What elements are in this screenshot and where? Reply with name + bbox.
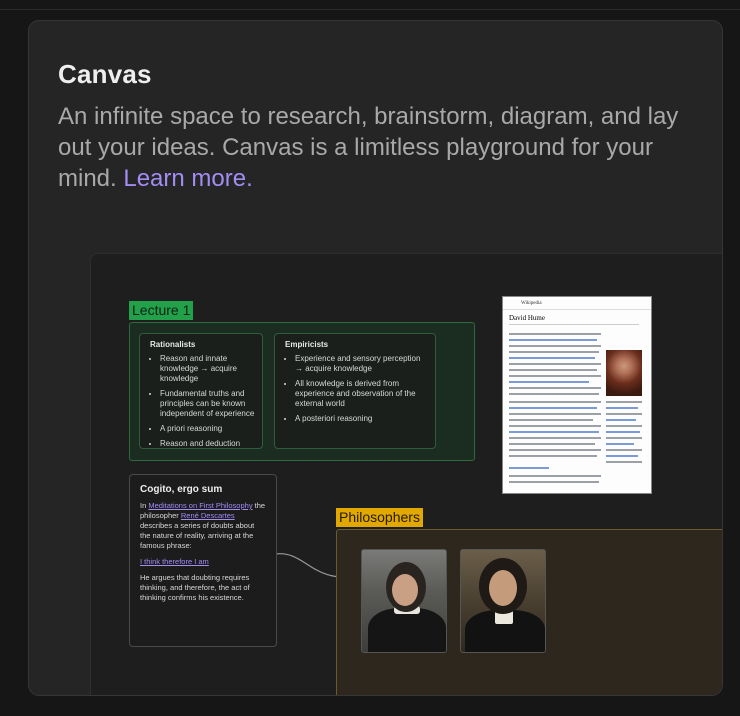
meditations-link[interactable]: Meditations on First Philosophy xyxy=(148,501,252,510)
lecture-group-label[interactable]: Lecture 1 xyxy=(129,301,194,320)
note-paragraph: He argues that doubting requires thinkin… xyxy=(140,573,250,602)
text-fragment: In xyxy=(140,501,147,510)
list-item: A priori reasoning xyxy=(160,424,262,434)
list-item: Fundamental truths and principles can be… xyxy=(160,389,262,419)
quote-link[interactable]: I think therefore I am xyxy=(140,557,209,566)
rationalists-note[interactable]: Rationalists Reason and innate knowledge… xyxy=(139,333,263,449)
canvas-preview: Lecture 1 Rationalists Reason and innate… xyxy=(90,253,722,695)
note-title: Cogito, ergo sum xyxy=(140,484,223,495)
philosophers-group[interactable] xyxy=(336,529,722,695)
note-paragraph: In Meditations on First Philosophy the p… xyxy=(140,501,266,551)
list-item: Experience and sensory perception → acqu… xyxy=(295,354,435,374)
list-item: Reason and deduction xyxy=(160,439,262,448)
list-item: A posteriori reasoning xyxy=(295,414,435,424)
wiki-site-name: Wikipedia xyxy=(503,297,651,310)
card-title: Canvas xyxy=(58,59,152,89)
philosophers-group-label[interactable]: Philosophers xyxy=(336,508,423,527)
note-heading: Rationalists xyxy=(150,340,196,349)
text-fragment: describes a series of doubts about the n… xyxy=(140,521,255,550)
canvas-feature-card: Canvas An infinite space to research, br… xyxy=(28,20,723,696)
hume-portrait-image xyxy=(606,350,642,396)
empiricists-note[interactable]: Empiricists Experience and sensory perce… xyxy=(274,333,436,449)
lecture-group[interactable]: Rationalists Reason and innate knowledge… xyxy=(129,322,475,461)
wiki-article-title: David Hume xyxy=(509,314,639,325)
card-description: An infinite space to research, brainstor… xyxy=(58,101,708,194)
wikipedia-embed[interactable]: Wikipedia David Hume xyxy=(502,296,652,494)
descartes-link[interactable]: René Descartes xyxy=(181,511,235,520)
list-item: All knowledge is derived from experience… xyxy=(295,379,435,409)
note-paragraph: I think therefore I am xyxy=(140,557,266,567)
list-item: Reason and innate knowledge → acquire kn… xyxy=(160,354,262,384)
top-divider xyxy=(0,9,740,10)
spinoza-portrait-image[interactable] xyxy=(460,549,546,653)
learn-more-link[interactable]: Learn more. xyxy=(123,165,252,192)
cogito-note[interactable]: Cogito, ergo sum In Meditations on First… xyxy=(129,474,277,647)
descartes-portrait-image[interactable] xyxy=(361,549,447,653)
note-heading: Empiricists xyxy=(285,340,329,349)
